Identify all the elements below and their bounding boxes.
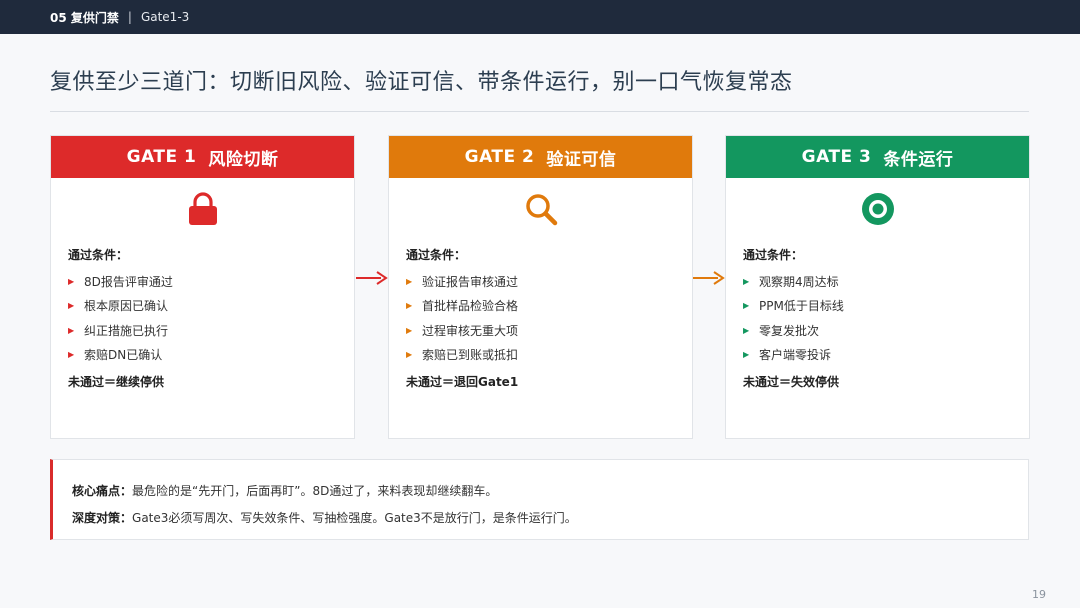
list-item: ▶ 纠正措施已执行	[68, 323, 169, 338]
conditions-list: ▶ 验证报告审核通过 ▶ 首批样品检验合格 ▶ 过程审核无重大项 ▶ 索赔已到账或抵扣	[406, 269, 692, 367]
title-divider	[50, 111, 1029, 112]
gate-name: 条件运行	[883, 149, 954, 170]
gate-name: 验证可信	[546, 149, 617, 170]
list-item: ▶ 索赔DN已确认	[68, 348, 163, 363]
topbar-separator: |	[127, 10, 132, 24]
conditions-list: ▶ 8D报告评审通过 ▶ 根本原因已确认 ▶ 纠正措施已执行 ▶ 索赔DN已确认	[68, 269, 354, 367]
slide-title: 复供至少三道门：切断旧风险、验证可信、带条件运行，别一口气恢复常态	[50, 70, 793, 95]
section-subtitle: Gate1-3	[140, 10, 190, 24]
list-item: ▶ 客户端零投诉	[743, 348, 832, 363]
top-bar: 05 复供门禁 | Gate1-3	[0, 0, 1080, 34]
list-item: ▶ 验证报告审核通过	[406, 274, 519, 289]
arrow-right-icon	[356, 271, 388, 285]
list-item: ▶ 索赔已到账或抵扣	[406, 348, 519, 363]
list-item: ▶ 根本原因已确认	[68, 299, 169, 314]
list-item: ▶ 零复发批次	[743, 323, 820, 338]
gate-header-2: GATE 2 验证可信	[389, 136, 692, 178]
conditions-list: ▶ 观察期4周达标 ▶ PPM低于目标线 ▶ 零复发批次 ▶ 客户端零投诉	[743, 269, 1029, 367]
pain-point-label: 核心痛点：	[72, 484, 133, 498]
lock-icon	[51, 178, 354, 240]
pain-point-text: 最危险的是“先开门，后面再盯”。8D通过了，来料表现却继续翻车。	[132, 484, 498, 498]
gate-card-2: GATE 2 验证可信 通过条件： ▶ 验证报告审核通过 ▶ 首批样品检验合格 ▶ 过…	[388, 135, 693, 439]
fail-condition: 未通过＝继续停供	[68, 375, 165, 389]
list-item: ▶ PPM低于目标线	[743, 299, 844, 314]
list-item: ▶ 观察期4周达标	[743, 274, 839, 289]
gate-code: GATE 3	[801, 147, 872, 167]
section-label: 05 复供门禁	[50, 10, 119, 25]
gate-header-3: GATE 3 条件运行	[726, 136, 1029, 178]
list-item: ▶ 过程审核无重大项	[406, 323, 519, 338]
conditions-title: 通过条件：	[68, 248, 129, 262]
countermeasure-label: 深度对策：	[72, 511, 133, 525]
gate-name: 风险切断	[208, 149, 279, 170]
gate-header-1: GATE 1 风险切断	[51, 136, 354, 178]
pain-point-box: 核心痛点：最危险的是“先开门，后面再盯”。8D通过了，来料表现却继续翻车。 深度…	[50, 459, 1029, 540]
gate-code: GATE 1	[126, 147, 197, 167]
eye-icon	[726, 178, 1029, 240]
list-item: ▶ 8D报告评审通过	[68, 274, 173, 289]
arrow-right-icon	[693, 271, 725, 285]
list-item: ▶ 首批样品检验合格	[406, 299, 519, 314]
countermeasure-text: Gate3必须写周次、写失效条件、写抽检强度。Gate3不是放行门，是条件运行门…	[132, 511, 577, 525]
gate-code: GATE 2	[464, 147, 535, 167]
fail-condition: 未通过＝失效停供	[743, 375, 840, 389]
conditions-title: 通过条件：	[406, 248, 467, 262]
countermeasure-line: 深度对策：Gate3必须写周次、写失效条件、写抽检强度。Gate3不是放行门，是…	[72, 509, 1028, 536]
gate-card-3: GATE 3 条件运行 通过条件： ▶ 观察期4周达标 ▶ PPM低于目标线 ▶ 零复…	[725, 135, 1030, 439]
magnifier-icon	[389, 178, 692, 240]
page-number: 19	[1032, 588, 1046, 601]
gate-card-1: GATE 1 风险切断 通过条件： ▶ 8D报告评审通过 ▶ 根本原因已确认 ▶ 纠正…	[50, 135, 355, 439]
pain-point-line: 核心痛点：最危险的是“先开门，后面再盯”。8D通过了，来料表现却继续翻车。	[72, 482, 1028, 509]
conditions-title: 通过条件：	[743, 248, 804, 262]
fail-condition: 未通过＝退回Gate1	[406, 375, 519, 389]
